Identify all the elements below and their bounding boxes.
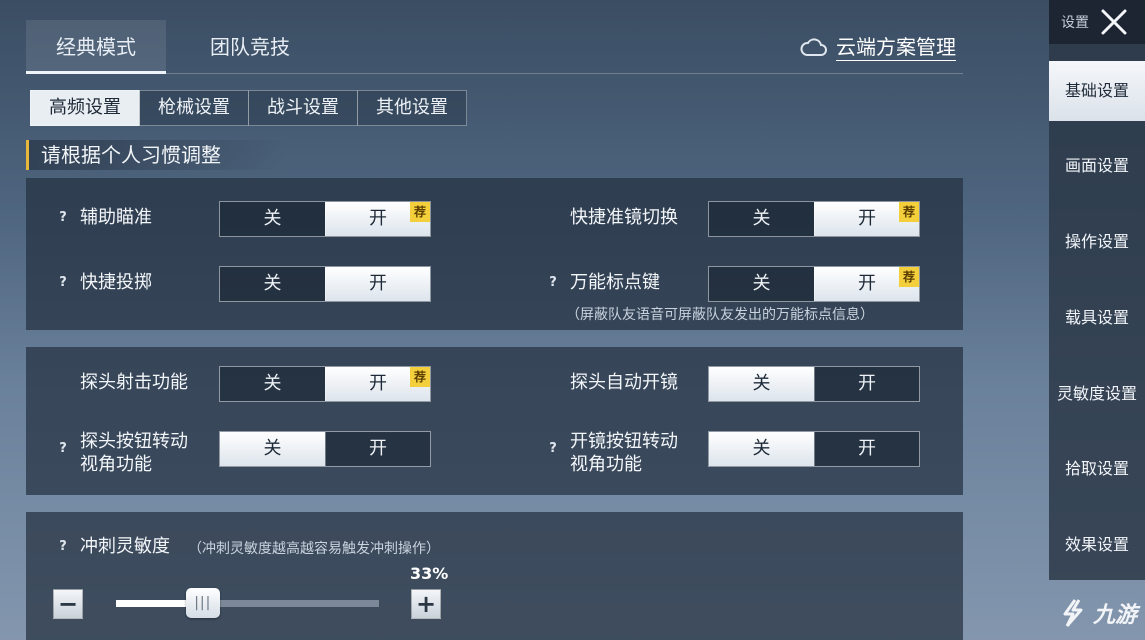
help-icon[interactable]: ? <box>54 538 72 556</box>
subtab-combat[interactable]: 战斗设置 <box>248 90 358 126</box>
scope-button-rotate-label-2: 视角功能 <box>570 454 642 475</box>
sidebar-item-vehicle[interactable]: 载具设置 <box>1049 294 1145 342</box>
recommend-badge: 荐 <box>899 267 919 287</box>
universal-marker-note: （屏蔽队友语音可屏蔽队友发出的万能标点信息） <box>566 307 874 323</box>
help-icon[interactable]: ? <box>54 209 72 227</box>
peek-auto-scope-off[interactable]: 关 <box>709 367 814 401</box>
sub-tab-bar: 高频设置 枪械设置 战斗设置 其他设置 <box>30 90 467 126</box>
aim-assist-toggle: 关 开荐 <box>219 201 431 237</box>
help-icon[interactable]: ? <box>544 274 562 292</box>
watermark-logo: 九游 <box>1055 596 1137 630</box>
quick-throw-toggle: 关 开 <box>219 266 431 302</box>
tab-divider <box>26 73 963 74</box>
sprint-percent-label: 33% <box>410 564 449 583</box>
peek-button-rotate-label-1: 探头按钮转动 <box>80 431 188 452</box>
peek-auto-scope-label: 探头自动开镜 <box>570 372 678 393</box>
aim-assist-on[interactable]: 开荐 <box>325 202 430 236</box>
aim-assist-label: 辅助瞄准 <box>80 207 152 228</box>
scope-button-rotate-label-1: 开镜按钮转动 <box>570 431 678 452</box>
peek-fire-on-label: 开 <box>369 373 387 394</box>
tab-classic-mode[interactable]: 经典模式 <box>26 20 166 74</box>
help-icon[interactable]: ? <box>54 440 72 458</box>
quick-scope-switch-on-label: 开 <box>858 208 876 229</box>
scope-button-rotate-on[interactable]: 开 <box>814 432 919 466</box>
tab-team-deathmatch[interactable]: 团队竞技 <box>180 20 320 74</box>
sidebar-item-controls[interactable]: 操作设置 <box>1049 218 1145 266</box>
watermark-text: 九游 <box>1093 603 1138 628</box>
sidebar-item-graphics[interactable]: 画面设置 <box>1049 142 1145 190</box>
peek-button-rotate-off[interactable]: 关 <box>220 432 325 466</box>
peek-auto-scope-on[interactable]: 开 <box>814 367 919 401</box>
universal-marker-on-label: 开 <box>858 273 876 294</box>
universal-marker-label: 万能标点键 <box>570 272 660 293</box>
peek-fire-on[interactable]: 开荐 <box>325 367 430 401</box>
cloud-plan-button[interactable]: 云端方案管理 <box>800 30 956 64</box>
sidebar-item-effects[interactable]: 效果设置 <box>1049 521 1145 569</box>
peek-auto-scope-toggle: 关 开 <box>708 366 920 402</box>
quick-scope-switch-toggle: 关 开荐 <box>708 201 920 237</box>
sprint-slider-thumb[interactable]: ||| <box>185 588 220 618</box>
quick-throw-off[interactable]: 关 <box>220 267 325 301</box>
subtab-high-frequency[interactable]: 高频设置 <box>30 90 140 126</box>
help-icon[interactable]: ? <box>54 274 72 292</box>
sidebar-item-pickup[interactable]: 拾取设置 <box>1049 445 1145 493</box>
help-icon[interactable]: ? <box>544 440 562 458</box>
sprint-slider-track[interactable] <box>116 600 379 607</box>
sprint-minus-button[interactable]: − <box>53 589 83 619</box>
cloud-plan-label: 云端方案管理 <box>836 34 956 61</box>
peek-button-rotate-on[interactable]: 开 <box>325 432 430 466</box>
recommend-badge: 荐 <box>410 367 430 387</box>
sprint-plus-button[interactable]: + <box>411 589 441 619</box>
quick-throw-on[interactable]: 开 <box>325 267 430 301</box>
subtab-weapon[interactable]: 枪械设置 <box>139 90 249 126</box>
cloud-icon <box>800 38 827 56</box>
peek-fire-toggle: 关 开荐 <box>219 366 431 402</box>
aim-assist-on-label: 开 <box>369 208 387 229</box>
sprint-sensitivity-note: （冲刺灵敏度越高越容易触发冲刺操作） <box>188 541 440 557</box>
peek-fire-off[interactable]: 关 <box>220 367 325 401</box>
scope-button-rotate-off[interactable]: 关 <box>709 432 814 466</box>
scope-button-rotate-toggle: 关 开 <box>708 431 920 467</box>
universal-marker-toggle: 关 开荐 <box>708 266 920 302</box>
sidebar-item-sensitivity[interactable]: 灵敏度设置 <box>1049 370 1145 418</box>
universal-marker-on[interactable]: 开荐 <box>814 267 919 301</box>
quick-scope-switch-label: 快捷准镜切换 <box>570 207 678 228</box>
subtab-other[interactable]: 其他设置 <box>357 90 467 126</box>
aim-assist-off[interactable]: 关 <box>220 202 325 236</box>
peek-fire-label: 探头射击功能 <box>80 372 188 393</box>
close-button[interactable] <box>1098 6 1130 38</box>
jiuyou-logo-icon <box>1063 599 1083 627</box>
settings-panel-sprint <box>26 512 963 640</box>
quick-scope-switch-on[interactable]: 开荐 <box>814 202 919 236</box>
recommend-badge: 荐 <box>410 202 430 222</box>
sidebar-header: 设置 <box>1049 0 1145 44</box>
sidebar-header-label: 设置 <box>1061 15 1089 31</box>
sidebar-item-basic[interactable]: 基础设置 <box>1049 61 1145 121</box>
recommend-badge: 荐 <box>899 202 919 222</box>
section-title: 请根据个人习惯调整 <box>26 140 286 170</box>
quick-throw-label: 快捷投掷 <box>80 272 152 293</box>
close-icon <box>1101 9 1127 35</box>
quick-scope-switch-off[interactable]: 关 <box>709 202 814 236</box>
universal-marker-off[interactable]: 关 <box>709 267 814 301</box>
peek-button-rotate-toggle: 关 开 <box>219 431 431 467</box>
sprint-sensitivity-label: 冲刺灵敏度 <box>80 536 170 557</box>
peek-button-rotate-label-2: 视角功能 <box>80 454 152 475</box>
